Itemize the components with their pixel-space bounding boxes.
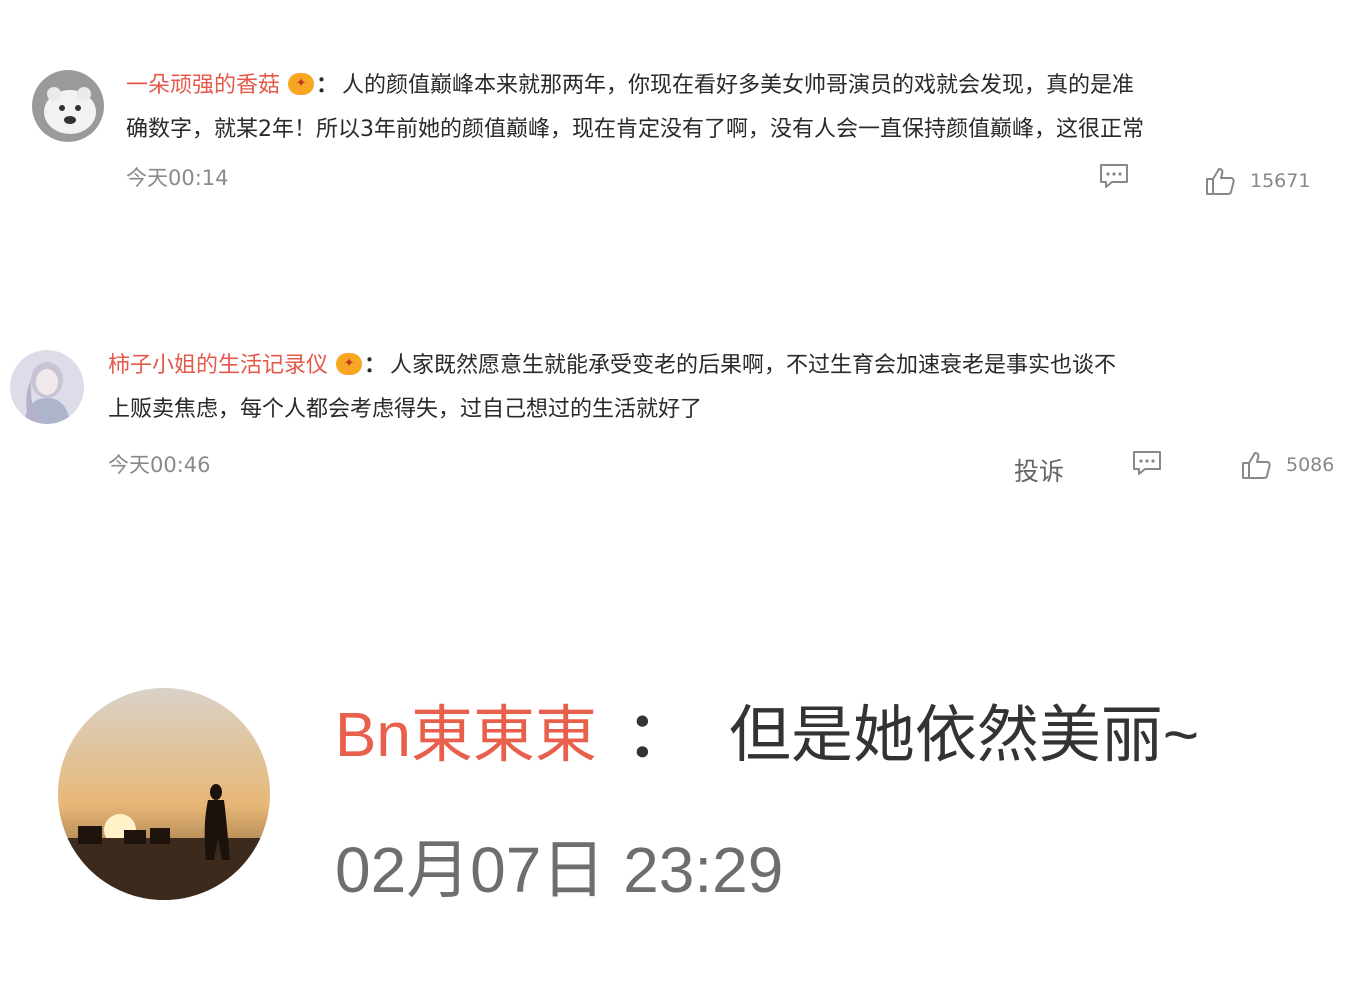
polar-bear-avatar-icon xyxy=(32,70,104,142)
comment-body: 柿子小姐的生活记录仪 ✦：人家既然愿意生就能承受变老的后果啊，不过生育会加速衰老是… xyxy=(108,344,1348,432)
colon-separator: ： xyxy=(364,353,387,378)
comment-text-line2: 确数字，就某2年！所以3年前她的颜值巅峰，现在肯定没有了啊，没有人会一直保持颜值… xyxy=(126,117,1144,142)
comment-reply-button[interactable] xyxy=(1131,449,1163,477)
thumbs-up-icon xyxy=(1242,452,1271,479)
user-avatar[interactable] xyxy=(58,688,270,900)
thumbs-up-icon xyxy=(1206,168,1235,195)
comment-icon xyxy=(1100,164,1128,188)
like-button[interactable]: 15671 xyxy=(1204,166,1310,196)
girl-avatar-icon xyxy=(10,350,84,424)
user-avatar[interactable] xyxy=(32,70,104,142)
comment-timestamp: 02月07日 23:29 xyxy=(335,834,784,906)
like-button[interactable]: 5086 xyxy=(1240,450,1334,480)
comment-body: Bn東東東 ： 但是她依然美丽~ xyxy=(335,698,1199,774)
vip-badge-icon: ✦ xyxy=(336,353,363,375)
comment-body: 一朵顽强的香菇 ✦：人的颜值巅峰本来就那两年，你现在看好多美女帅哥演员的戏就会发现… xyxy=(126,64,1341,152)
colon-separator: ： xyxy=(626,701,689,770)
user-avatar[interactable] xyxy=(10,350,84,424)
comment-text: 但是她依然美丽~ xyxy=(728,701,1200,770)
sunset-silhouette-avatar-icon xyxy=(58,688,270,900)
comment-text-line1: 人的颜值巅峰本来就那两年，你现在看好多美女帅哥演员的戏就会发现，真的是准 xyxy=(342,73,1135,98)
username-link[interactable]: 柿子小姐的生活记录仪 xyxy=(108,353,328,378)
vip-badge-icon: ✦ xyxy=(288,73,315,95)
comment-text-line2: 上贩卖焦虑，每个人都会考虑得失，过自己想过的生活就好了 xyxy=(108,397,703,422)
comment-icon xyxy=(1133,451,1161,475)
username-link[interactable]: Bn東東東 xyxy=(335,701,597,770)
comment-reply-button[interactable] xyxy=(1098,162,1130,190)
colon-separator: ： xyxy=(316,73,339,98)
like-count: 5086 xyxy=(1286,454,1335,476)
like-count: 15671 xyxy=(1250,170,1311,192)
report-button[interactable]: 投诉 xyxy=(1014,452,1064,488)
comment-timestamp: 今天00:14 xyxy=(126,166,229,190)
username-link[interactable]: 一朵顽强的香菇 xyxy=(126,73,280,98)
comment-timestamp: 今天00:46 xyxy=(108,453,211,477)
comment-text-line1: 人家既然愿意生就能承受变老的后果啊，不过生育会加速衰老是事实也谈不 xyxy=(390,353,1117,378)
